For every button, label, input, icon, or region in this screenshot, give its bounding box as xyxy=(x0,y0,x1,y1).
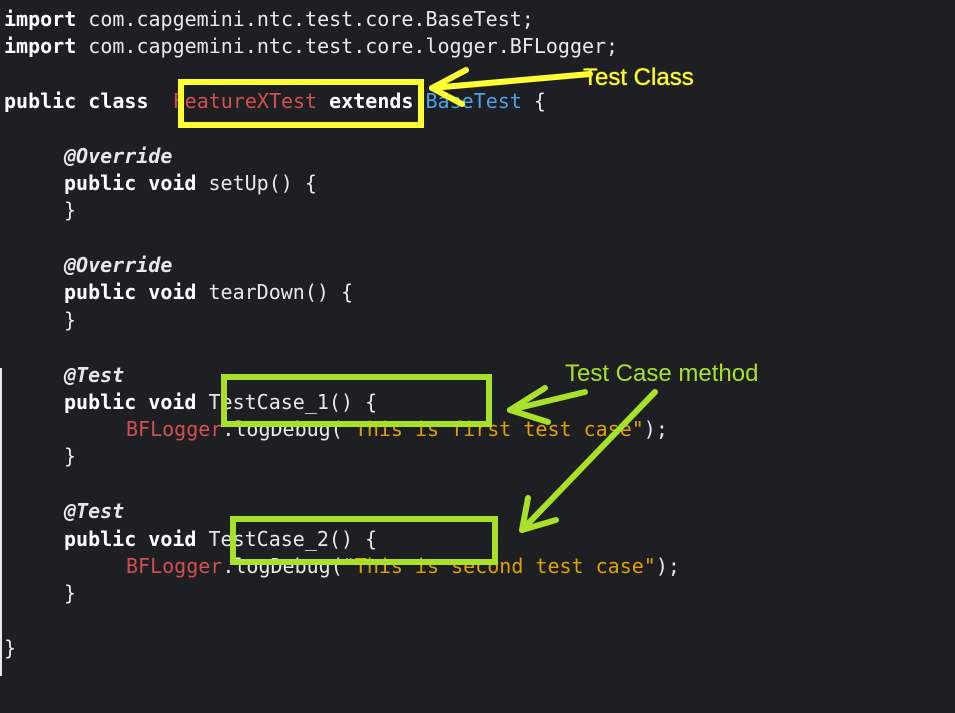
logger-class: BFLogger xyxy=(126,417,223,441)
testcase2-method-name: TestCase_2() { xyxy=(208,527,378,551)
setup-method-line: public void setUp() { xyxy=(64,170,317,197)
testcase1-close-brace: } xyxy=(64,444,77,468)
class-close-brace: } xyxy=(4,636,17,660)
class-declaration-line: public class FeatureXTest extends BaseTe… xyxy=(4,88,546,115)
testcase1-method-name: TestCase_1() { xyxy=(208,390,378,414)
import-path: com.capgemini.ntc.test.core.BaseTest; xyxy=(88,7,534,31)
test-case-method-label: Test Case method xyxy=(565,360,759,387)
method-modifiers: public void xyxy=(64,171,197,195)
open-brace: { xyxy=(533,89,546,113)
setup-close-brace: } xyxy=(64,198,77,222)
logger-class: BFLogger xyxy=(126,554,223,578)
testcase2-method-line: public void TestCase_2() { xyxy=(64,526,377,553)
setup-method-name: setUp() { xyxy=(208,171,317,195)
import-keyword: import xyxy=(4,7,77,31)
testcase1-method-line: public void TestCase_1() { xyxy=(64,389,377,416)
log-call: .logDebug( xyxy=(222,417,343,441)
extends-keyword: extends xyxy=(329,89,414,113)
import-line-2: import com.capgemini.ntc.test.core.logge… xyxy=(4,33,618,60)
import-path: com.capgemini.ntc.test.core.logger.BFLog… xyxy=(88,34,619,58)
teardown-method-line: public void tearDown() { xyxy=(64,279,353,306)
public-keyword: public xyxy=(4,89,77,113)
log-string: "This is first test case" xyxy=(342,417,644,441)
testcase2-log-line: BFLogger.logDebug("This is second test c… xyxy=(126,554,680,578)
test-annotation-1: @Test xyxy=(64,363,125,387)
testcase2-close-brace: } xyxy=(64,581,77,605)
teardown-method-name: tearDown() { xyxy=(208,280,354,304)
override-annotation-2: @Override xyxy=(64,253,173,277)
log-string: "This is second test case" xyxy=(342,554,656,578)
override-annotation-1: @Override xyxy=(64,144,173,168)
test-class-label: Test Class xyxy=(583,64,694,91)
method-modifiers: public void xyxy=(64,390,197,414)
import-keyword: import xyxy=(4,34,77,58)
class-keyword: class xyxy=(88,89,149,113)
method-modifiers: public void xyxy=(64,527,197,551)
test-annotation-2: @Test xyxy=(64,499,125,523)
base-class-name: BaseTest xyxy=(425,89,522,113)
testcase1-log-line: BFLogger.logDebug("This is first test ca… xyxy=(126,417,668,441)
source-code: import com.capgemini.ntc.test.core.BaseT… xyxy=(0,0,955,676)
code-editor[interactable]: import com.capgemini.ntc.test.core.BaseT… xyxy=(0,0,955,676)
log-call: .logDebug( xyxy=(222,554,343,578)
method-modifiers: public void xyxy=(64,280,197,304)
class-name: FeatureXTest xyxy=(172,89,318,113)
import-line-1: import com.capgemini.ntc.test.core.BaseT… xyxy=(4,6,534,33)
teardown-close-brace: } xyxy=(64,308,77,332)
